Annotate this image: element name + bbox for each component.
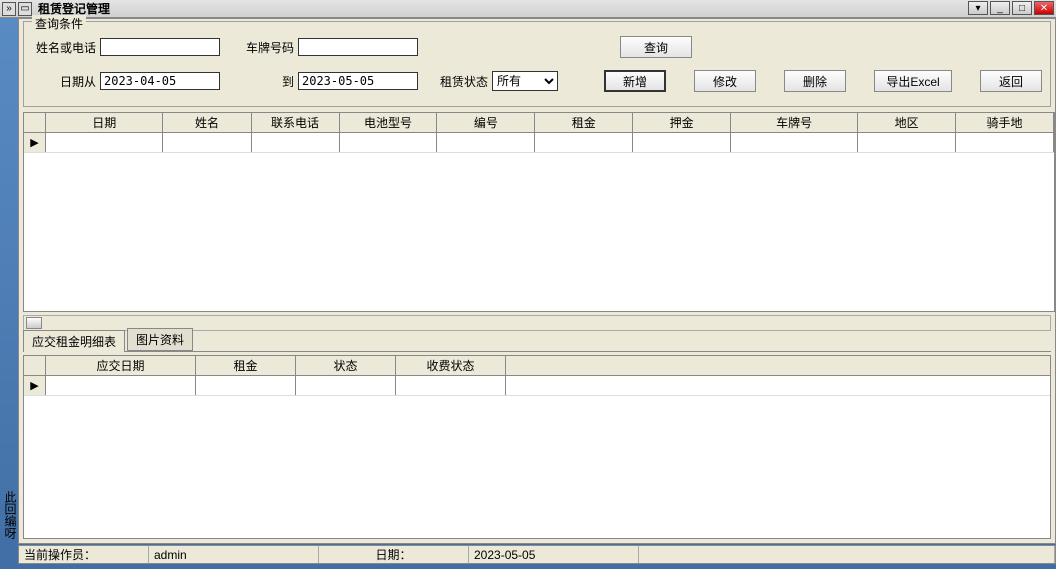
- chevrons-icon[interactable]: »: [2, 2, 16, 16]
- name-phone-input[interactable]: [100, 38, 220, 56]
- table-row[interactable]: ▶: [24, 376, 1050, 396]
- main-grid: 日期 姓名 联系电话 电池型号 编号 租金 押金 车牌号 地区 骑手地 ▶: [23, 112, 1055, 312]
- col-name[interactable]: 姓名: [163, 113, 251, 132]
- scrollbar-thumb[interactable]: [26, 317, 42, 329]
- add-button[interactable]: 新增: [604, 70, 666, 92]
- title-bar: » ▭ 租赁登记管理 ▾ _ □ ✕: [0, 0, 1056, 18]
- col-battery[interactable]: 电池型号: [340, 113, 438, 132]
- date-to-input[interactable]: [298, 72, 418, 90]
- status-operator-label: 当前操作员：: [19, 546, 149, 563]
- grid-header: 日期 姓名 联系电话 电池型号 编号 租金 押金 车牌号 地区 骑手地: [24, 113, 1054, 133]
- label-lease-status: 租赁状态: [436, 73, 492, 90]
- query-groupbox: 查询条件 姓名或电话 车牌号码 查询 日期从 到 租赁状态 所有 新增: [23, 21, 1051, 107]
- groupbox-title: 查询条件: [32, 15, 86, 32]
- lease-status-select[interactable]: 所有: [492, 71, 558, 91]
- col-pay-status[interactable]: 收费状态: [396, 356, 506, 375]
- detail-grid-header: 应交日期 租金 状态 收费状态: [24, 356, 1050, 376]
- plate-input[interactable]: [298, 38, 418, 56]
- main-panel: 查询条件 姓名或电话 车牌号码 查询 日期从 到 租赁状态 所有 新增: [18, 18, 1056, 544]
- row-indicator-icon: ▶: [24, 376, 46, 395]
- tab-rent-detail[interactable]: 应交租金明细表: [23, 330, 125, 352]
- detail-tabs: 应交租金明细表 图片资料: [23, 332, 1051, 352]
- col-plate[interactable]: 车牌号: [731, 113, 858, 132]
- col-deposit[interactable]: 押金: [633, 113, 731, 132]
- col-number[interactable]: 编号: [437, 113, 535, 132]
- maximize-button[interactable]: □: [1012, 1, 1032, 15]
- edit-button[interactable]: 修改: [694, 70, 756, 92]
- status-bar: 当前操作员： admin 日期： 2023-05-05: [18, 545, 1056, 564]
- tab-images[interactable]: 图片资料: [127, 328, 193, 351]
- col-rent[interactable]: 租金: [535, 113, 633, 132]
- back-button[interactable]: 返回: [980, 70, 1042, 92]
- label-date-to: 到: [268, 73, 298, 90]
- side-vertical-text: 此回编呀: [2, 491, 19, 539]
- col-due-date[interactable]: 应交日期: [46, 356, 196, 375]
- col-rent2[interactable]: 租金: [196, 356, 296, 375]
- status-date-value: 2023-05-05: [469, 546, 639, 563]
- col-date[interactable]: 日期: [46, 113, 163, 132]
- col-region[interactable]: 地区: [858, 113, 956, 132]
- col-status[interactable]: 状态: [296, 356, 396, 375]
- date-from-input[interactable]: [100, 72, 220, 90]
- minimize-button[interactable]: _: [990, 1, 1010, 15]
- label-name-phone: 姓名或电话: [34, 39, 100, 56]
- row-indicator-icon: ▶: [24, 133, 46, 152]
- col-rider-addr[interactable]: 骑手地: [956, 113, 1054, 132]
- export-button[interactable]: 导出Excel: [874, 70, 952, 92]
- status-date-label: 日期：: [319, 546, 469, 563]
- window-icon: ▭: [18, 2, 32, 16]
- label-date-from: 日期从: [34, 73, 100, 90]
- close-button[interactable]: ✕: [1034, 1, 1054, 15]
- status-operator-value: admin: [149, 546, 319, 563]
- detail-grid: 应交日期 租金 状态 收费状态 ▶: [23, 355, 1051, 539]
- delete-button[interactable]: 删除: [784, 70, 846, 92]
- col-phone[interactable]: 联系电话: [252, 113, 340, 132]
- label-plate: 车牌号码: [242, 39, 298, 56]
- minimize-tray-button[interactable]: ▾: [968, 1, 988, 15]
- row-indicator-header: [24, 113, 46, 132]
- table-row[interactable]: ▶: [24, 133, 1054, 153]
- row-indicator-header: [24, 356, 46, 375]
- query-button[interactable]: 查询: [620, 36, 692, 58]
